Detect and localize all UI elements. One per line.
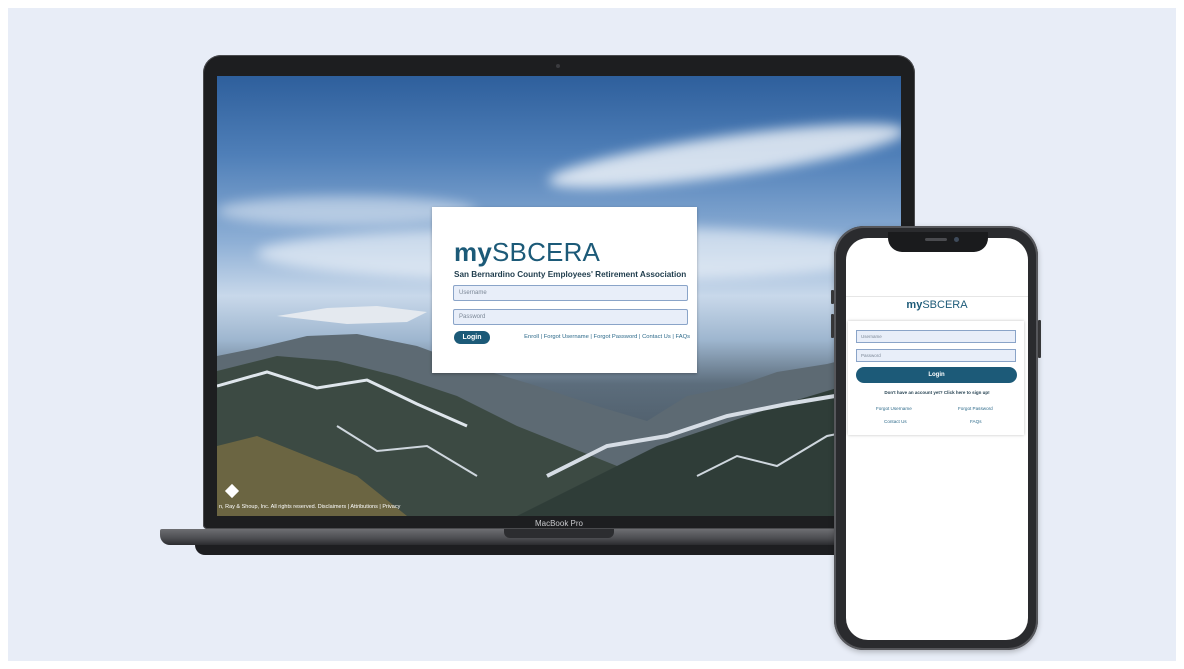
association-name: San Bernardino County Employees' Retirem…	[454, 270, 687, 279]
phone-front-camera	[954, 237, 959, 242]
mobile-forgot-password-link[interactable]: Forgot Password	[958, 406, 993, 411]
phone-power-button	[1038, 320, 1041, 358]
mobile-faqs-link[interactable]: FAQs	[970, 419, 982, 424]
mobile-contact-us-link[interactable]: Contact Us	[884, 419, 907, 424]
mobile-signup-link[interactable]: Don't have an account yet? Click here to…	[846, 390, 1028, 395]
mobile-forgot-username-link[interactable]: Forgot Username	[876, 406, 912, 411]
login-button[interactable]: Login	[454, 331, 490, 344]
site-logo: mySBCERA	[454, 237, 601, 267]
mobile-username-input[interactable]: Username	[856, 330, 1016, 343]
phone-notch	[888, 232, 988, 252]
footer-copyright: n, Ray & Shoup, Inc. All rights reserved…	[219, 504, 401, 510]
laptop-camera	[556, 64, 560, 68]
mobile-login-button[interactable]: Login	[856, 367, 1017, 383]
mobile-header-divider	[846, 296, 1028, 297]
phone-speaker	[925, 238, 947, 241]
mobile-password-input[interactable]: Password	[856, 349, 1016, 362]
laptop-hinge-notch	[504, 529, 614, 538]
password-input[interactable]: Password	[453, 309, 688, 325]
username-input[interactable]: Username	[453, 285, 688, 301]
mobile-site-logo: mySBCERA	[906, 299, 968, 311]
laptop-base-underside	[195, 545, 925, 555]
login-card: mySBCERA San Bernardino County Employees…	[432, 207, 697, 373]
account-links[interactable]: Enroll | Forgot Username | Forgot Passwo…	[512, 334, 690, 340]
laptop-model-label: MacBook Pro	[534, 519, 584, 528]
